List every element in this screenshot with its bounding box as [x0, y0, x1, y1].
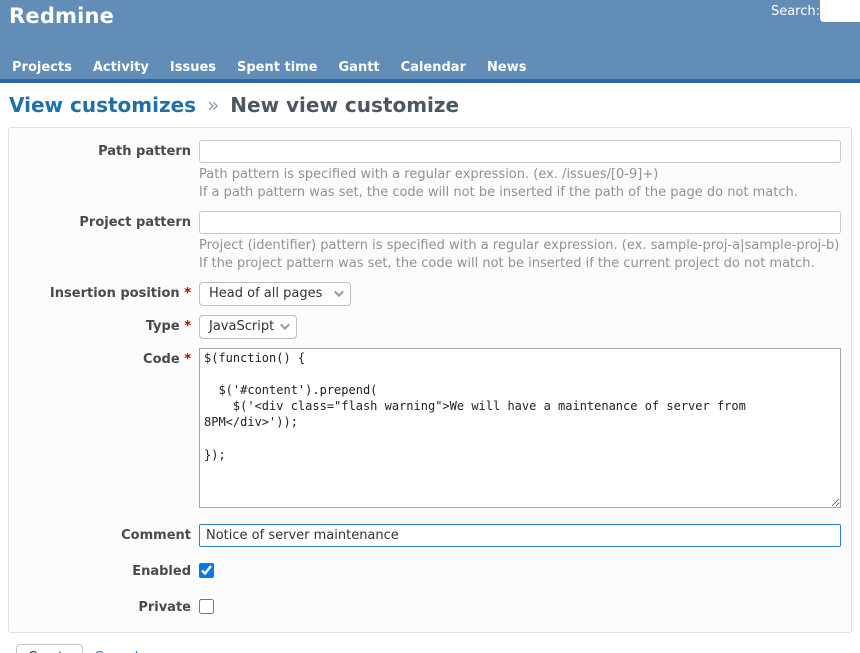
form-actions: Create Cancel — [16, 643, 852, 653]
page-title: View customizes » New view customize — [9, 93, 852, 117]
chevron-down-icon — [280, 319, 291, 330]
path-pattern-help-1: Path pattern is specified with a regular… — [199, 167, 659, 182]
required-mark: * — [184, 318, 191, 334]
type-label: Type * — [145, 318, 191, 334]
path-pattern-label: Path pattern — [98, 144, 191, 159]
page-title-text: New view customize — [230, 93, 460, 117]
nav-item-gantt[interactable]: Gantt — [339, 60, 380, 75]
nav-item-calendar[interactable]: Calendar — [401, 60, 466, 75]
code-textarea[interactable] — [199, 347, 841, 508]
insertion-position-label: Insertion position * — [49, 285, 191, 301]
nav-item-issues[interactable]: Issues — [170, 60, 216, 75]
enabled-checkbox[interactable] — [199, 562, 214, 578]
project-pattern-label: Project pattern — [79, 214, 191, 230]
breadcrumb-link[interactable]: View customizes — [9, 93, 196, 117]
enabled-label: Enabled — [132, 563, 191, 579]
chevron-down-icon — [333, 286, 344, 297]
page-content: View customizes » New view customize Pat… — [0, 83, 860, 653]
type-select[interactable]: JavaScript — [199, 314, 298, 339]
path-pattern-row: Path pattern Path pattern is specified w… — [9, 140, 851, 202]
nav-item-activity[interactable]: Activity — [93, 60, 149, 75]
insertion-position-row: Insertion position * Head of all pages — [9, 281, 851, 306]
comment-input[interactable] — [199, 523, 841, 547]
main-menu: Projects Activity Issues Spent time Gant… — [0, 55, 860, 79]
project-pattern-help-1: Project (identifier) pattern is specifie… — [199, 237, 840, 253]
app-logo[interactable]: Redmine — [0, 0, 860, 28]
private-label: Private — [138, 599, 191, 615]
app-header: Redmine Search: — [0, 0, 860, 55]
type-row: Type * JavaScript — [9, 314, 851, 339]
code-row: Code * — [9, 347, 851, 512]
nav-item-projects[interactable]: Projects — [12, 60, 72, 75]
path-pattern-input[interactable] — [199, 140, 841, 163]
private-checkbox[interactable] — [199, 598, 214, 614]
path-pattern-help-2: If a path pattern was set, the code will… — [199, 184, 798, 200]
breadcrumb-separator: » — [207, 93, 220, 117]
search-label: Search: — [770, 4, 820, 19]
nav-item-news[interactable]: News — [487, 60, 526, 75]
private-row: Private — [9, 596, 851, 618]
form-box: Path pattern Path pattern is specified w… — [8, 127, 852, 633]
code-label: Code * — [143, 351, 191, 367]
project-pattern-row: Project pattern Project (identifier) pat… — [9, 210, 851, 273]
project-pattern-input[interactable] — [199, 210, 841, 234]
comment-row: Comment — [9, 523, 851, 547]
required-mark: * — [184, 285, 191, 301]
search-input[interactable] — [820, 0, 860, 22]
required-mark: * — [184, 351, 191, 367]
nav-item-spent-time[interactable]: Spent time — [237, 60, 318, 75]
comment-label: Comment — [121, 527, 191, 543]
project-pattern-help-2: If the project pattern was set, the code… — [199, 255, 815, 271]
create-button[interactable]: Create — [16, 643, 84, 653]
enabled-row: Enabled — [9, 560, 851, 582]
insertion-position-select[interactable]: Head of all pages — [199, 281, 351, 306]
cancel-link[interactable]: Cancel — [94, 650, 138, 653]
